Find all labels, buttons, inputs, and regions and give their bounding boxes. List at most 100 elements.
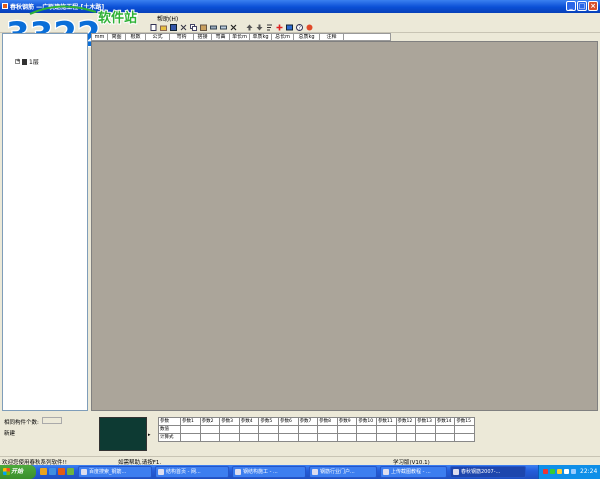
- param-cell[interactable]: [454, 425, 475, 434]
- param-cell[interactable]: [180, 425, 201, 434]
- param-column-header: 参数5: [258, 417, 279, 426]
- param-column-header: 参数3: [219, 417, 240, 426]
- param-cell[interactable]: [356, 425, 377, 434]
- param-cell[interactable]: [297, 425, 319, 434]
- taskbar-task-button[interactable]: 钢结构施工 - ...: [232, 466, 306, 478]
- param-cell[interactable]: [415, 425, 436, 434]
- task-app-icon: [158, 469, 164, 475]
- param-cell[interactable]: [180, 433, 201, 442]
- quicklaunch-app-icon[interactable]: [67, 468, 74, 475]
- param-cell[interactable]: [219, 425, 240, 434]
- exit-icon[interactable]: [306, 24, 313, 31]
- delete-row-icon[interactable]: [230, 24, 237, 31]
- help-icon[interactable]: ?: [296, 24, 303, 31]
- quicklaunch-browser-icon[interactable]: [49, 468, 56, 475]
- grid-column-header[interactable]: 总长m: [272, 34, 294, 40]
- preview-arrow-icon[interactable]: ▸: [148, 432, 151, 438]
- quicklaunch-desktop-icon[interactable]: [40, 468, 47, 475]
- close-button[interactable]: ×: [588, 1, 598, 11]
- move-up-icon[interactable]: [246, 24, 253, 31]
- param-cell[interactable]: [317, 425, 338, 434]
- param-cell[interactable]: [258, 433, 279, 442]
- start-button[interactable]: 开始: [0, 465, 36, 479]
- grid-column-header[interactable]: 根数: [126, 34, 146, 40]
- status-bar: 欢迎您使用春秋系列软件!! 如需帮助,请按F1. 学习版(V10.1): [0, 456, 600, 466]
- grid-column-header[interactable]: 搭接: [194, 34, 212, 40]
- task-app-icon: [312, 469, 318, 475]
- quicklaunch-media-icon[interactable]: [58, 468, 65, 475]
- param-row-label: 数值: [158, 425, 181, 434]
- param-column-header: 参数9: [336, 417, 358, 426]
- param-cell[interactable]: [317, 433, 338, 442]
- parameter-table: 参数 参数1 参数2 参数3 参数4 参数5 参数6 参数7 参数8 参数9 参数10 参数11 参数1…: [158, 417, 475, 442]
- param-cell[interactable]: [415, 433, 436, 442]
- move-down-icon[interactable]: [256, 24, 263, 31]
- new-label[interactable]: 新建: [4, 429, 15, 437]
- param-cell[interactable]: [356, 433, 377, 442]
- count-label: 相同构件个数:: [4, 420, 39, 426]
- grid-column-header[interactable]: 弯钩: [170, 34, 194, 40]
- param-cell[interactable]: [199, 433, 221, 442]
- taskbar-task-button[interactable]: 百度搜索_钢筋...: [78, 466, 152, 478]
- count-input[interactable]: [42, 417, 62, 424]
- param-cell[interactable]: [375, 425, 397, 434]
- grid-column-header[interactable]: 弯曲: [212, 34, 230, 40]
- grid-column-header[interactable]: 简图: [108, 34, 126, 40]
- param-cell[interactable]: [277, 425, 299, 434]
- param-cell[interactable]: [277, 433, 299, 442]
- param-cell[interactable]: [336, 425, 358, 434]
- append-row-icon[interactable]: [220, 24, 227, 31]
- insert-row-icon[interactable]: [210, 24, 217, 31]
- rebar-table-area[interactable]: [91, 41, 598, 411]
- param-cell[interactable]: [395, 425, 417, 434]
- grid-column-header[interactable]: 单长m: [230, 34, 250, 40]
- taskbar-task-button[interactable]: 上传截图教程 - ...: [380, 466, 447, 478]
- add-icon[interactable]: [276, 24, 283, 31]
- shape-preview[interactable]: [99, 417, 147, 451]
- param-cell[interactable]: [454, 433, 475, 442]
- tray-messenger-icon[interactable]: [571, 469, 576, 474]
- param-cell[interactable]: [297, 433, 319, 442]
- expand-icon[interactable]: +: [15, 59, 20, 64]
- task-label: 钢筋行业门户...: [320, 469, 355, 475]
- param-cell[interactable]: [395, 433, 417, 442]
- copy-icon[interactable]: [190, 24, 197, 31]
- param-cell[interactable]: [434, 425, 456, 434]
- param-cell[interactable]: [238, 425, 260, 434]
- floor-icon: [22, 58, 27, 65]
- param-cell[interactable]: [434, 433, 456, 442]
- minimize-button[interactable]: _: [566, 1, 576, 11]
- cut-icon[interactable]: [180, 24, 187, 31]
- grid-column-header[interactable]: 总质kg: [294, 34, 320, 40]
- tray-ime-icon[interactable]: [564, 469, 569, 474]
- sort-icon[interactable]: [266, 24, 273, 31]
- tray-volume-icon[interactable]: [557, 469, 562, 474]
- save-icon[interactable]: [170, 24, 177, 31]
- grid-column-header[interactable]: 单质kg: [250, 34, 272, 40]
- windows-flag-icon: [3, 468, 10, 475]
- maximize-button[interactable]: □: [577, 1, 587, 11]
- picture-icon[interactable]: [286, 24, 293, 31]
- param-cell[interactable]: [199, 425, 221, 434]
- taskbar-task-button[interactable]: 钢筋行业门户...: [309, 466, 377, 478]
- grid-column-header[interactable]: 公式: [146, 34, 170, 40]
- tree-node-floor[interactable]: + 1层: [15, 57, 39, 66]
- param-row-label: 计算式: [158, 433, 181, 442]
- param-column-header: 参数11: [375, 417, 397, 426]
- watermark-tag: 软件站: [98, 10, 137, 26]
- open-folder-icon[interactable]: [160, 24, 167, 31]
- taskbar-task-button[interactable]: 春秋钢筋2007-...: [450, 466, 526, 478]
- grid-column-header[interactable]: 注释: [320, 34, 344, 40]
- grid-column-header[interactable]: mm: [92, 34, 108, 40]
- param-cell[interactable]: [258, 425, 279, 434]
- tray-network-icon[interactable]: [550, 469, 555, 474]
- param-cell[interactable]: [336, 433, 358, 442]
- param-cell[interactable]: [238, 433, 260, 442]
- taskbar-task-button[interactable]: 结构首页 - 网...: [155, 466, 229, 478]
- param-column-header: 参数2: [199, 417, 221, 426]
- component-tree[interactable]: + 1层: [2, 33, 88, 411]
- param-cell[interactable]: [375, 433, 397, 442]
- param-cell[interactable]: [219, 433, 240, 442]
- tray-antivirus-icon[interactable]: [543, 469, 548, 474]
- paste-icon[interactable]: [200, 24, 207, 31]
